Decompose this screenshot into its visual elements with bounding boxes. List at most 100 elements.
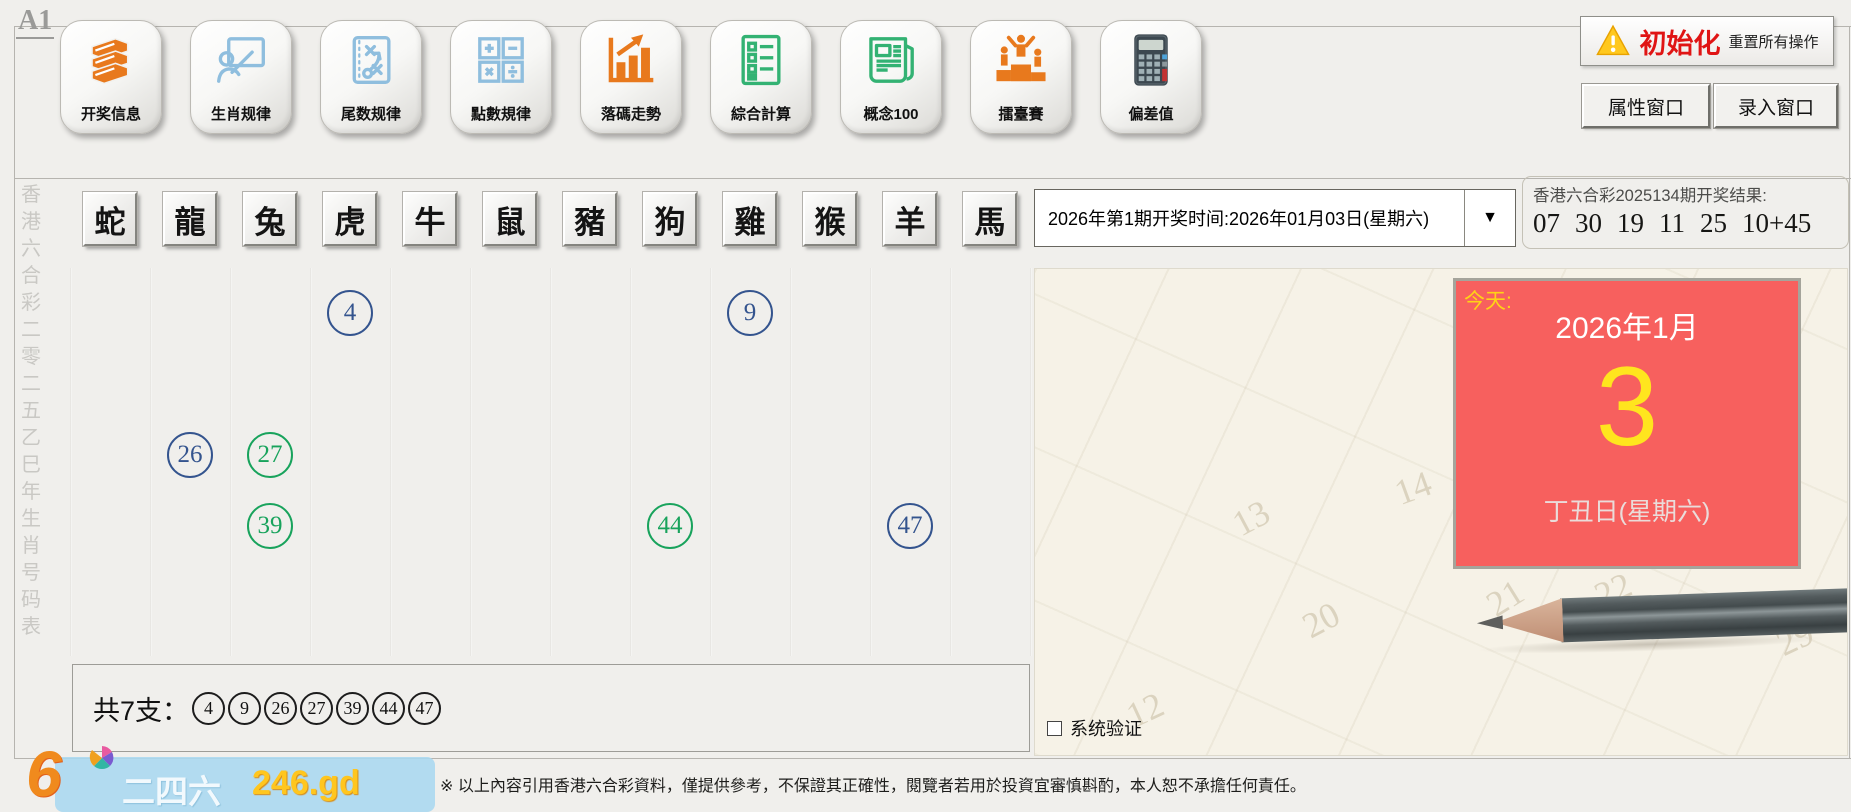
watermark-name: 二四六: [122, 765, 221, 812]
toolbar-button-label: 尾数规律: [321, 103, 421, 124]
grid-column-separator: [630, 268, 632, 656]
zodiac-button-12[interactable]: 馬: [963, 192, 1017, 246]
toolbar-button-8[interactable]: 擂臺賽: [970, 20, 1072, 134]
system-check-checkbox[interactable]: [1047, 721, 1062, 736]
bar-chart-icon: [602, 31, 660, 89]
number-mark: 44: [647, 503, 693, 549]
toolbar-button-2[interactable]: 生肖规律: [190, 20, 292, 134]
toolbar-button-9[interactable]: 偏差值: [1100, 20, 1202, 134]
toolbar-button-label: 點數規律: [451, 103, 551, 124]
toolbar-button-4[interactable]: 點數規律: [450, 20, 552, 134]
calendar-day-detail: 丁丑日(星期六): [1456, 492, 1798, 528]
grid-column-separator: [710, 268, 712, 656]
number-mark: 9: [727, 290, 773, 336]
vertical-title-char: 乙: [21, 425, 41, 452]
math-ops-icon: [472, 31, 530, 89]
calendar-day: 3: [1456, 345, 1798, 468]
grid-column-separator: [390, 268, 392, 656]
zodiac-button-3[interactable]: 兔: [243, 192, 297, 246]
initialize-sublabel: 重置所有操作: [1728, 31, 1818, 52]
toolbar-button-label: 概念100: [841, 103, 941, 124]
vertical-title-char: 表: [21, 614, 41, 641]
zodiac-board-icon: [212, 31, 270, 89]
vertical-title-char: 五: [21, 398, 41, 425]
toolbar-button-label: 开奖信息: [61, 103, 161, 124]
number-mark: 4: [327, 290, 373, 336]
calendar-panel: 13142021222912 今天: 2026年1月 3 丁丑日(星期六) 系统…: [1034, 268, 1848, 756]
vertical-title-char: 二: [21, 317, 41, 344]
result-number: 19: [1617, 208, 1644, 239]
zodiac-button-6[interactable]: 鼠: [483, 192, 537, 246]
zodiac-button-11[interactable]: 羊: [883, 192, 937, 246]
vertical-title-char: 港: [21, 209, 41, 236]
grid-column-separator: [1030, 268, 1032, 656]
period-dropdown[interactable]: 2026年第1期开奖时间:2026年01月03日(星期六) ▼: [1034, 189, 1516, 247]
summary-box: 共7支： 492627394447: [72, 664, 1030, 752]
zodiac-button-10[interactable]: 猴: [803, 192, 857, 246]
entry-window-button[interactable]: 录入窗口: [1714, 84, 1838, 128]
newspaper-icon: [862, 31, 920, 89]
summary-number-circle: 27: [300, 692, 333, 725]
watermark-domain: 246.gd: [252, 764, 360, 803]
grid-column-separator: [870, 268, 872, 656]
summary-circles: 492627394447: [189, 692, 441, 725]
summary-number-circle: 26: [264, 692, 297, 725]
period-dropdown-value: 2026年第1期开奖时间:2026年01月03日(星期六): [1035, 190, 1464, 246]
toolbar-button-6[interactable]: 綜合計算: [710, 20, 812, 134]
zodiac-button-1[interactable]: 蛇: [83, 192, 137, 246]
zodiac-button-7[interactable]: 豬: [563, 192, 617, 246]
property-window-button[interactable]: 属性窗口: [1582, 84, 1710, 128]
toolbar-button-5[interactable]: 落碼走勢: [580, 20, 682, 134]
initialize-button[interactable]: 初始化 重置所有操作: [1580, 16, 1834, 66]
zodiac-button-2[interactable]: 龍: [163, 192, 217, 246]
toolbar-button-3[interactable]: 尾数规律: [320, 20, 422, 134]
system-check-row: 系统验证: [1047, 715, 1142, 741]
toolbar-button-7[interactable]: 概念100: [840, 20, 942, 134]
checklist-icon: [732, 31, 790, 89]
result-number: 11: [1659, 208, 1685, 239]
grid-column-separator: [790, 268, 792, 656]
disclaimer-text: ※ 以上內容引用香港六合彩資料，僅提供參考，不保證其正確性，閱覽者若用於投資宜審…: [440, 772, 1306, 796]
summary-number-circle: 4: [192, 692, 225, 725]
vertical-title-char: 二: [21, 371, 41, 398]
vertical-title-char: 巳: [21, 452, 41, 479]
toolbar-button-label: 偏差值: [1101, 103, 1201, 124]
zodiac-button-9[interactable]: 雞: [723, 192, 777, 246]
zodiac-button-8[interactable]: 狗: [643, 192, 697, 246]
zodiac-button-5[interactable]: 牛: [403, 192, 457, 246]
vertical-title-char: 合: [21, 263, 41, 290]
grid-column-separator: [70, 268, 72, 656]
toolbar-button-label: 綜合計算: [711, 103, 811, 124]
initialize-label: 初始化: [1639, 22, 1720, 61]
summary-prefix: 共7支：: [93, 689, 189, 728]
summary-number-circle: 9: [228, 692, 261, 725]
right-frame-line: [1849, 26, 1850, 758]
result-number: 07: [1533, 208, 1560, 239]
number-mark: 26: [167, 432, 213, 478]
calculator-icon: [1122, 31, 1180, 89]
vertical-title-char: 号: [21, 560, 41, 587]
tactics-icon: [342, 31, 400, 89]
number-mark: 47: [887, 503, 933, 549]
corner-label: A1: [16, 6, 54, 39]
system-check-label: 系统验证: [1070, 715, 1142, 741]
warning-icon: [1595, 24, 1631, 58]
zodiac-button-4[interactable]: 虎: [323, 192, 377, 246]
vertical-title-char: 年: [21, 479, 41, 506]
toolbar-button-label: 生肖规律: [191, 103, 291, 124]
vertical-title-char: 彩: [21, 290, 41, 317]
app-window: A1 开奖信息 生肖规律 尾数规律 點數規律 落碼走勢綜合計算 概念100 擂臺賽偏差值 初…: [0, 0, 1851, 812]
toolbar-button-1[interactable]: 开奖信息: [60, 20, 162, 134]
chevron-down-icon: ▼: [1464, 190, 1515, 246]
summary-number-circle: 47: [408, 692, 441, 725]
summary-number-circle: 44: [372, 692, 405, 725]
last-result-header: 香港六合彩2025134期开奖结果:: [1533, 182, 1838, 206]
grid-column-separator: [950, 268, 952, 656]
result-special-number: +45: [1769, 208, 1811, 239]
books-icon: [82, 31, 140, 89]
pencil-wood-tip: [1494, 598, 1563, 644]
today-calendar-card: 今天: 2026年1月 3 丁丑日(星期六): [1453, 278, 1801, 569]
result-number: 25: [1700, 208, 1727, 239]
last-result-box: 香港六合彩2025134期开奖结果: 073019112510+45: [1522, 176, 1849, 249]
grid-column-separator: [310, 268, 312, 656]
